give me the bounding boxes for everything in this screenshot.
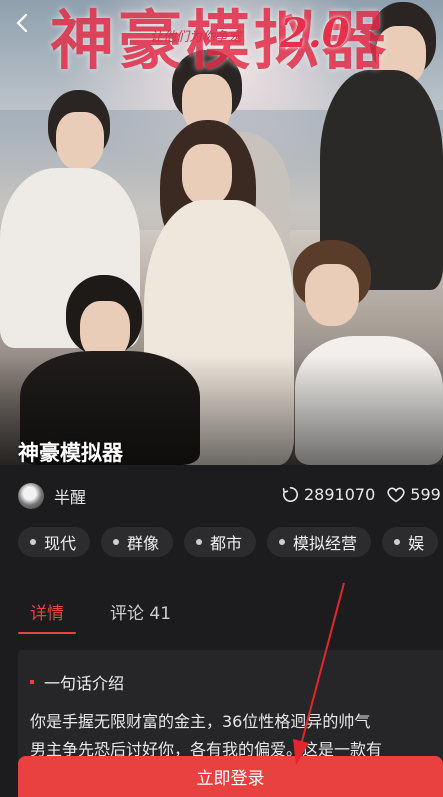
tag-chip[interactable]: 群像 (101, 527, 174, 557)
tag-chip[interactable]: 现代 (18, 527, 91, 557)
like-count-value: 599 (410, 485, 441, 504)
read-count-value: 2891070 (304, 485, 376, 504)
heart-icon[interactable] (387, 486, 405, 503)
avatar[interactable] (18, 483, 44, 509)
like-count[interactable]: 599 (387, 485, 441, 504)
author-row[interactable]: 半醒 (18, 483, 86, 509)
book-stats: 2891070 599 (282, 485, 443, 504)
tag-label: 娱 (408, 534, 425, 553)
tag-chip[interactable]: 都市 (184, 527, 257, 557)
read-count: 2891070 (282, 485, 375, 504)
tab-details-label: 详情 (30, 604, 64, 624)
detail-tabs: 详情 评论 41 (18, 599, 183, 634)
tag-list: 现代 群像 都市 模拟经营 娱 (18, 527, 443, 557)
tag-chip[interactable]: 娱 (382, 527, 439, 557)
heading-marker (30, 680, 34, 684)
chevron-left-icon[interactable] (12, 12, 34, 34)
tag-dot (196, 539, 203, 545)
tag-label: 群像 (127, 534, 160, 553)
tab-active-indicator (18, 632, 76, 634)
login-button[interactable]: 立即登录 (18, 756, 443, 797)
book-title: 神豪模拟器 (18, 441, 123, 465)
intro-line-1: 你是手握无限财富的金主，36位性格迥异的帅气 (30, 712, 371, 731)
tab-details[interactable]: 详情 (18, 599, 76, 634)
tag-chip[interactable]: 模拟经营 (267, 527, 372, 557)
read-count-icon (282, 487, 299, 502)
cover-art-tagline: 让他们为你争宠 (150, 30, 242, 45)
tag-dot (279, 539, 286, 545)
tag-dot (30, 539, 36, 545)
tab-comments-label: 评论 41 (110, 604, 172, 624)
tag-dot (394, 539, 401, 545)
cover-art-version: 2.0 (280, 10, 350, 57)
tag-dot (113, 539, 120, 545)
author-name[interactable]: 半醒 (54, 484, 86, 508)
tab-comments[interactable]: 评论 41 (98, 599, 183, 631)
intro-heading: 一句话介绍 (30, 670, 124, 694)
book-info-panel: 半醒 2891070 599 现代 群像 都市 模拟经营 娱 详情 评论 41 (0, 465, 443, 797)
intro-heading-label: 一句话介绍 (44, 674, 125, 693)
book-cover: 神豪模拟器 2.0 让他们为你争宠 神豪模拟器 (0, 0, 443, 465)
tag-label: 现代 (44, 534, 77, 553)
tag-label: 都市 (210, 534, 243, 553)
tag-label: 模拟经营 (293, 534, 358, 553)
